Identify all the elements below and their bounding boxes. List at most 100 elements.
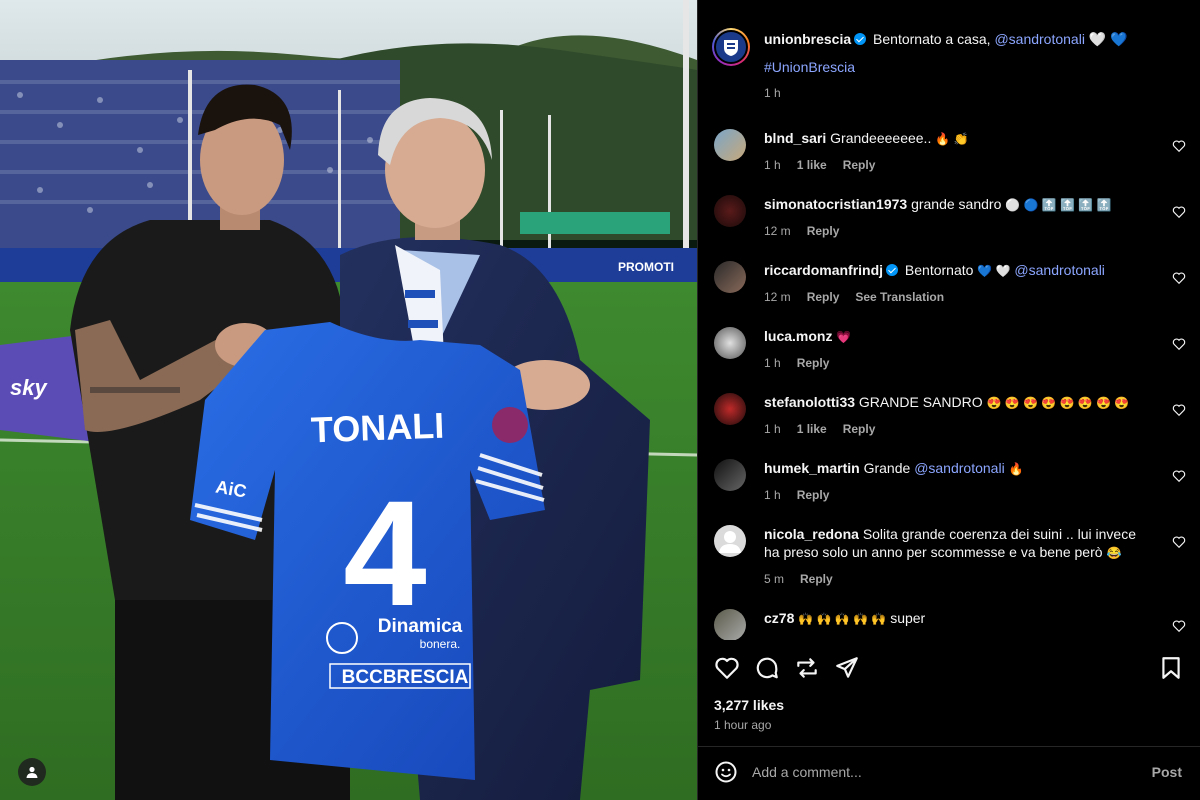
caption-emoji: 🤍 💙 — [1088, 31, 1128, 47]
jersey-bank: BCCBRESCIA — [342, 667, 469, 688]
commenter-avatar[interactable] — [714, 609, 746, 640]
commenter-avatar[interactable] — [714, 129, 746, 161]
comment-composer: Post — [712, 758, 1182, 786]
comment-reply-button[interactable]: Reply — [843, 420, 876, 438]
comment-username[interactable]: riccardomanfrindj — [764, 262, 883, 278]
comment-time: 12 m — [764, 290, 791, 304]
comment-text: grande sandro — [911, 196, 1002, 212]
comment-icon[interactable] — [754, 655, 780, 681]
user-tag-icon — [26, 766, 38, 778]
heart-icon[interactable] — [714, 655, 740, 681]
author-avatar[interactable] — [712, 28, 750, 66]
comment-username[interactable]: nicola_redona — [764, 526, 859, 542]
caption-hashtag[interactable]: #UnionBrescia — [764, 58, 1180, 76]
author-username[interactable]: unionbrescia — [764, 31, 851, 47]
comment-heart-icon[interactable] — [1172, 139, 1186, 153]
comment-username[interactable]: humek_martin — [764, 460, 860, 476]
comment-reply-button[interactable]: Reply — [807, 288, 840, 306]
posted-time: 1 hour ago — [714, 718, 772, 732]
comment-emoji: ⚪ 🔵 🔝 🔝 🔝 🔝 — [1005, 198, 1112, 212]
user-tag-button[interactable] — [18, 758, 46, 786]
comment-emoji: 💙 🤍 — [977, 264, 1011, 278]
comment-emoji: 🔥 👏 — [935, 132, 969, 146]
comment-heart-icon[interactable] — [1172, 403, 1186, 417]
caption-time: 1 h — [764, 86, 781, 100]
jersey-sponsor-sub: bonera. — [420, 637, 461, 651]
jersey-name: TONALI — [310, 405, 445, 451]
emoji-icon[interactable] — [714, 760, 738, 784]
jersey-sponsor: Dinamica — [378, 616, 463, 637]
comment-mention[interactable]: @sandrotonali — [914, 460, 1005, 476]
comment-likes[interactable]: 1 like — [797, 420, 827, 438]
send-icon[interactable] — [834, 655, 860, 681]
comment-reply-button[interactable]: Reply — [797, 486, 830, 504]
share-icon[interactable] — [794, 655, 820, 681]
comment-heart-icon[interactable] — [1172, 271, 1186, 285]
comment-emoji: 😂 — [1106, 546, 1122, 560]
default-avatar-icon — [719, 531, 741, 553]
comment-likes[interactable]: 1 like — [797, 156, 827, 174]
comment-heart-icon[interactable] — [1172, 337, 1186, 351]
comment-emoji: 💗 — [836, 330, 852, 344]
comment-time: 1 h — [764, 158, 781, 172]
comment-username[interactable]: simonatocristian1973 — [764, 196, 907, 212]
caption-text: Bentornato a casa, — [873, 31, 991, 47]
comment-heart-icon[interactable] — [1172, 619, 1186, 633]
comment-text: Grande — [863, 460, 911, 476]
comment-time: 1 h — [764, 488, 781, 502]
commenter-avatar[interactable] — [714, 393, 746, 425]
comment-item: humek_martin Grande @sandrotonali 🔥 1 h … — [712, 459, 1186, 504]
comment-emoji: 😍 😍 😍 😍 😍 😍 😍 😍 — [986, 396, 1130, 410]
bookmark-icon[interactable] — [1158, 655, 1184, 681]
comment-item: luca.monz 💗 1 h Reply — [712, 327, 1186, 372]
see-translation-button[interactable]: See Translation — [855, 288, 944, 306]
comment-text: Grandeeeeeee.. — [830, 130, 932, 146]
comment-heart-icon[interactable] — [1172, 469, 1186, 483]
composer-divider — [698, 746, 1200, 747]
comment-item: simonatocristian1973 grande sandro ⚪ 🔵 🔝… — [712, 195, 1186, 240]
commenter-avatar[interactable] — [714, 261, 746, 293]
comment-item: cz78 🙌 🙌 🙌 🙌 🙌 super — [712, 609, 1186, 640]
comment-item: nicola_redona Solita grande coerenza dei… — [712, 525, 1186, 588]
caption-mention[interactable]: @sandrotonali — [994, 31, 1085, 47]
jersey-number: 4 — [343, 469, 426, 637]
comment-text: super — [890, 610, 926, 626]
board-text: PROMOTI — [618, 260, 674, 274]
comment-username[interactable]: blnd_sari — [764, 130, 826, 146]
comment-text: GRANDE SANDRO — [858, 394, 983, 410]
comment-mention[interactable]: @sandrotonali — [1014, 262, 1105, 278]
comment-input[interactable] — [752, 760, 1112, 784]
post-caption: unionbrescia Bentornato a casa, @sandrot… — [712, 28, 1180, 102]
comment-reply-button[interactable]: Reply — [797, 354, 830, 372]
unionbrescia-logo-icon — [724, 40, 738, 56]
commenter-avatar[interactable] — [714, 525, 746, 557]
comment-time: 12 m — [764, 224, 791, 238]
comment-reply-button[interactable]: Reply — [807, 222, 840, 240]
comments-scroll-area[interactable]: unionbrescia Bentornato a casa, @sandrot… — [698, 0, 1200, 640]
commenter-avatar[interactable] — [714, 459, 746, 491]
comment-time: 1 h — [764, 356, 781, 370]
comment-username[interactable]: stefanolotti33 — [764, 394, 855, 410]
post-actions — [712, 655, 1184, 683]
commenter-avatar[interactable] — [714, 195, 746, 227]
banner-text: sky — [10, 375, 48, 400]
comment-time: 5 m — [764, 572, 785, 586]
comment-heart-icon[interactable] — [1172, 535, 1186, 549]
comment-emoji: 🔥 — [1008, 462, 1024, 476]
post-comment-button[interactable]: Post — [1152, 764, 1182, 780]
comment-item: blnd_sari Grandeeeeeee.. 🔥 👏 1 h 1 like … — [712, 129, 1186, 174]
comment-heart-icon[interactable] — [1172, 205, 1186, 219]
comment-item: stefanolotti33 GRANDE SANDRO 😍 😍 😍 😍 😍 😍… — [712, 393, 1186, 438]
comment-username[interactable]: luca.monz — [764, 328, 832, 344]
comment-reply-button[interactable]: Reply — [843, 156, 876, 174]
verified-badge-icon — [854, 33, 867, 45]
post-media[interactable]: PROMOTI sky TONALI 4 Dinamica bonera. BC… — [0, 0, 697, 800]
comment-username[interactable]: cz78 — [764, 610, 794, 626]
comment-emoji: 🙌 🙌 🙌 🙌 🙌 — [798, 612, 887, 626]
likes-count[interactable]: 3,277 likes — [714, 697, 784, 713]
commenter-avatar[interactable] — [714, 327, 746, 359]
comment-item: riccardomanfrindj Bentornato 💙 🤍 @sandro… — [712, 261, 1186, 306]
verified-badge-icon — [886, 264, 899, 276]
comment-reply-button[interactable]: Reply — [800, 570, 833, 588]
comment-text: Bentornato — [904, 262, 974, 278]
